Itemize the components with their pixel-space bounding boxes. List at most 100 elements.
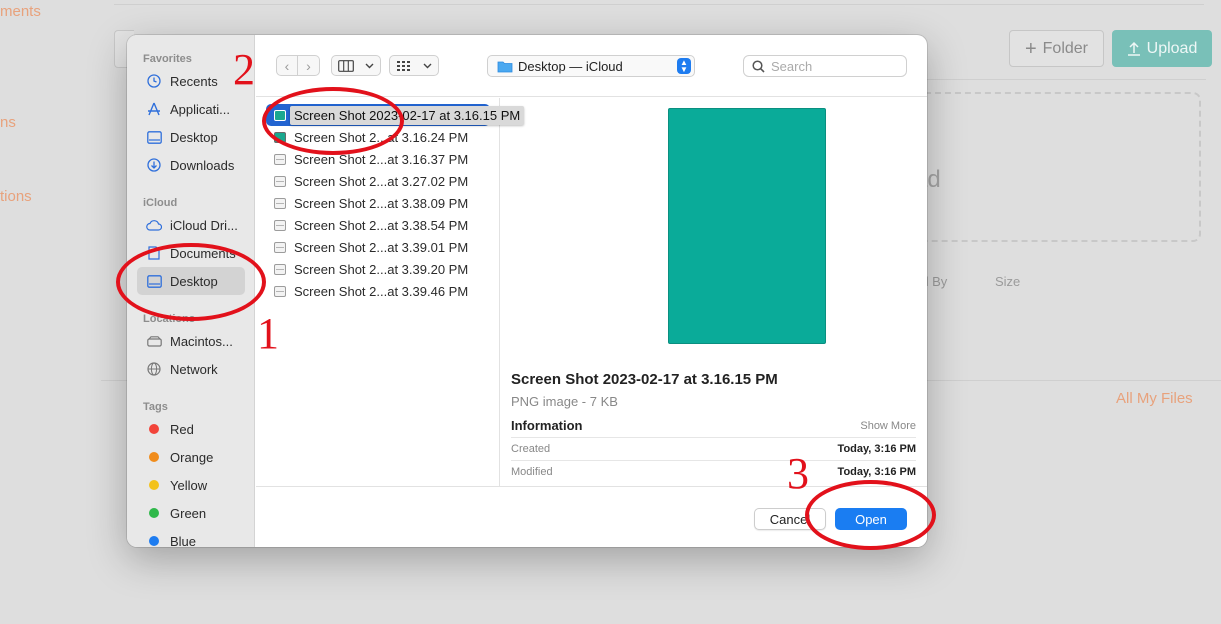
download-icon <box>146 157 162 173</box>
preview-thumbnail <box>668 108 826 344</box>
sidebar-item-desktop[interactable]: Desktop <box>137 123 245 151</box>
sidebar-item-label: Green <box>170 505 207 521</box>
sidebar-item-label: Network <box>170 361 218 377</box>
annotation-circle-2 <box>262 87 404 155</box>
bg-nav-label: tions <box>0 188 32 205</box>
annotation-number-3: 3 <box>787 449 809 498</box>
bg-upload-button[interactable]: Upload <box>1112 30 1212 67</box>
cloud-icon <box>146 217 162 233</box>
bg-upload-label: Upload <box>1146 39 1198 57</box>
sidebar-item-label: Orange <box>170 449 214 465</box>
modified-label: Modified <box>511 465 553 478</box>
columns-icon <box>338 59 354 72</box>
image-file-icon <box>274 197 286 209</box>
sidebar-item-icloud-drive[interactable]: iCloud Dri... <box>137 211 245 239</box>
sidebar-item-label: Yellow <box>170 477 208 493</box>
folder-icon <box>497 61 513 72</box>
forward-button[interactable]: › <box>298 55 320 76</box>
sidebar-item-network[interactable]: Network <box>137 355 245 383</box>
sidebar-header-favorites: Favorites <box>143 53 192 65</box>
file-row[interactable]: Screen Shot 2...at 3.38.54 PM <box>266 214 490 236</box>
preview-file-kind: PNG image - 7 KB <box>511 394 618 409</box>
sidebar-header-tags: Tags <box>143 401 168 413</box>
location-popup[interactable]: Desktop — iCloud ▲ ▼ <box>487 55 695 77</box>
sidebar-item-label: Red <box>170 421 194 437</box>
image-file-icon <box>274 241 286 253</box>
file-name: Screen Shot 2...at 3.38.54 PM <box>294 217 469 233</box>
preview-pane: Screen Shot 2023-02-17 at 3.16.15 PM PNG… <box>501 98 927 486</box>
preview-file-name: Screen Shot 2023-02-17 at 3.16.15 PM <box>511 371 778 388</box>
show-more-link[interactable]: Show More <box>860 420 916 432</box>
sidebar-item-label: Applicati... <box>170 101 230 117</box>
column-view-button[interactable] <box>331 55 381 76</box>
bg-nav-label: ments <box>0 3 41 20</box>
sidebar-tag-orange[interactable]: Orange <box>137 443 245 471</box>
bg-folder-button[interactable]: + Folder <box>1009 30 1104 67</box>
annotation-circle-3 <box>805 480 936 550</box>
preview-modified-row: Modified Today, 3:16 PM <box>511 460 916 482</box>
bg-nav-label: ns <box>0 114 16 131</box>
sidebar-item-downloads[interactable]: Downloads <box>137 151 245 179</box>
sidebar-item-label: Desktop <box>170 129 218 145</box>
search-field[interactable] <box>743 55 907 77</box>
tag-color-dot <box>149 452 159 462</box>
file-row[interactable]: Screen Shot 2...at 3.27.02 PM <box>266 170 490 192</box>
image-file-icon <box>274 263 286 275</box>
back-button[interactable]: ‹ <box>276 55 298 76</box>
desktop-icon <box>146 129 162 145</box>
sidebar-item-recents[interactable]: Recents <box>137 67 245 95</box>
plus-icon: + <box>1024 37 1037 60</box>
annotation-circle-1 <box>116 243 266 321</box>
sidebar-item-label: Blue <box>170 533 197 548</box>
sidebar-tag-blue[interactable]: Blue <box>137 527 245 547</box>
bg-divider <box>914 79 1206 80</box>
dialog-toolbar: ‹ › Desktop — iCloud ▲ ▼ <box>256 35 927 97</box>
sidebar-header-icloud: iCloud <box>143 197 178 209</box>
bg-column-header: Size <box>995 274 1021 289</box>
chevron-down-icon <box>365 63 374 68</box>
file-name: Screen Shot 2...at 3.27.02 PM <box>294 173 469 189</box>
file-row[interactable]: Screen Shot 2...at 3.39.01 PM <box>266 236 490 258</box>
tag-color-dot <box>149 536 159 546</box>
file-name: Screen Shot 2...at 3.39.46 PM <box>294 283 469 299</box>
bg-drop-zone[interactable] <box>905 92 1201 242</box>
globe-icon <box>146 361 162 377</box>
sidebar-tag-green[interactable]: Green <box>137 499 245 527</box>
file-row[interactable]: Screen Shot 2...at 3.39.46 PM <box>266 280 490 302</box>
group-view-button[interactable] <box>389 55 439 76</box>
search-input[interactable] <box>771 58 901 74</box>
apps-icon <box>146 101 162 117</box>
preview-info-header: Information <box>511 418 583 433</box>
sidebar-item-applications[interactable]: Applicati... <box>137 95 245 123</box>
tag-color-dot <box>149 424 159 434</box>
sidebar-tag-red[interactable]: Red <box>137 415 245 443</box>
sidebar-item-label: iCloud Dri... <box>170 217 238 233</box>
location-label: Desktop — iCloud <box>518 58 623 74</box>
image-file-icon <box>274 175 286 187</box>
chevron-right-icon: › <box>306 57 311 74</box>
bg-divider <box>114 4 1204 5</box>
sidebar-item-macintosh-hd[interactable]: Macintos... <box>137 327 245 355</box>
grid-icon <box>397 60 410 71</box>
harddrive-icon <box>146 333 162 349</box>
sidebar-item-label: Macintos... <box>170 333 233 349</box>
file-row[interactable]: Screen Shot 2...at 3.16.37 PM <box>266 148 490 170</box>
modified-value: Today, 3:16 PM <box>837 465 916 478</box>
created-value: Today, 3:16 PM <box>837 442 916 455</box>
chevron-left-icon: ‹ <box>284 57 290 74</box>
search-icon <box>752 59 765 73</box>
updown-arrows-icon: ▲ ▼ <box>677 58 691 74</box>
bg-all-my-files-link[interactable]: All My Files <box>1116 390 1193 407</box>
file-name: Screen Shot 2...at 3.39.01 PM <box>294 239 469 255</box>
file-row[interactable]: Screen Shot 2...at 3.39.20 PM <box>266 258 490 280</box>
sidebar-tag-yellow[interactable]: Yellow <box>137 471 245 499</box>
sidebar-item-label: Recents <box>170 73 218 89</box>
image-file-icon <box>274 285 286 297</box>
file-list: Screen Shot 2023-02-17 at 3.16.15 PM Scr… <box>256 98 525 486</box>
preview-created-row: Created Today, 3:16 PM <box>511 437 916 459</box>
clock-icon <box>146 73 162 89</box>
sidebar-item-label: Downloads <box>170 157 235 173</box>
image-file-icon <box>274 153 286 165</box>
file-row[interactable]: Screen Shot 2...at 3.38.09 PM <box>266 192 490 214</box>
file-name: Screen Shot 2...at 3.38.09 PM <box>294 195 469 211</box>
